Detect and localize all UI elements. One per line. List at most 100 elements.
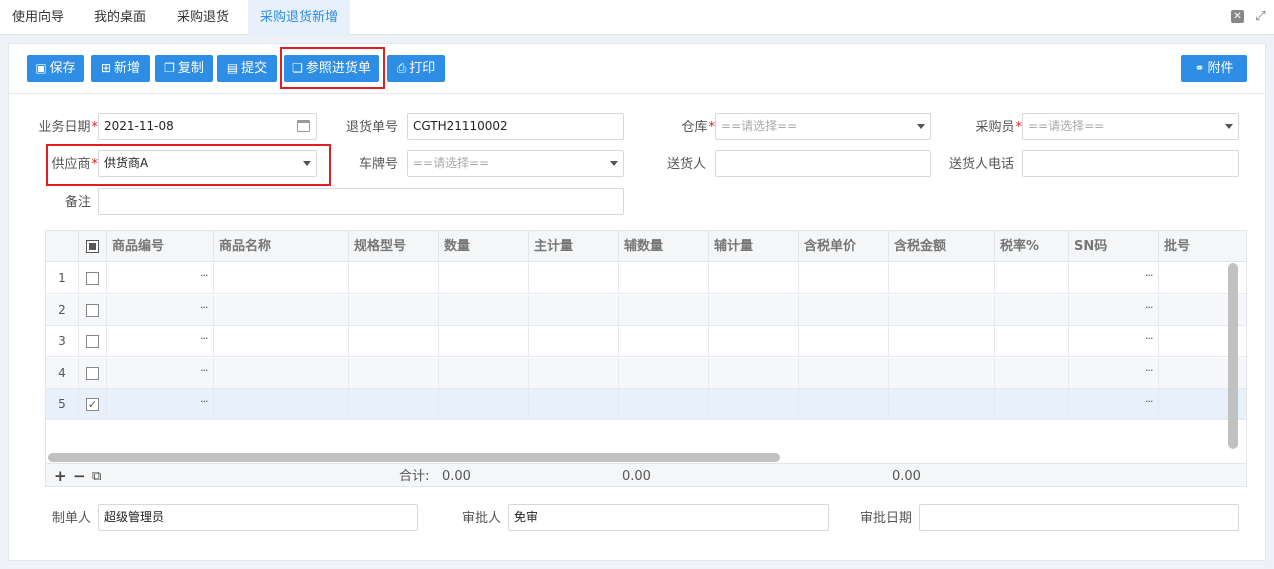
- deliverer-phone-input[interactable]: [1022, 150, 1239, 177]
- add-button[interactable]: ⊞ 新增: [91, 55, 150, 82]
- table-cell[interactable]: [889, 263, 995, 294]
- table-cell[interactable]: [214, 326, 349, 357]
- plate-select[interactable]: ==请选择==: [407, 150, 624, 177]
- buyer-select[interactable]: ==请选择==: [1022, 113, 1239, 140]
- table-cell[interactable]: [799, 357, 889, 389]
- submit-button[interactable]: ▤ 提交: [217, 55, 277, 82]
- row-checkbox[interactable]: [86, 366, 99, 380]
- table-row[interactable]: 4 ··· ···: [46, 357, 1246, 389]
- table-cell[interactable]: [214, 389, 349, 420]
- table-cell[interactable]: [529, 294, 619, 326]
- table-cell[interactable]: [439, 357, 529, 389]
- table-row[interactable]: 3 ··· ···: [46, 326, 1246, 357]
- table-cell[interactable]: [709, 389, 799, 420]
- table-cell[interactable]: [709, 294, 799, 326]
- more-icon[interactable]: ···: [200, 364, 208, 377]
- table-cell[interactable]: [619, 326, 709, 357]
- table-cell[interactable]: [107, 357, 214, 389]
- table-cell[interactable]: [799, 389, 889, 420]
- more-icon[interactable]: ···: [200, 269, 208, 282]
- header-amount[interactable]: 含税金额: [889, 231, 995, 262]
- header-batch[interactable]: 批号: [1159, 231, 1246, 262]
- add-row-icon[interactable]: +: [54, 464, 67, 486]
- more-icon[interactable]: ···: [1145, 301, 1153, 314]
- more-icon[interactable]: ···: [200, 395, 208, 408]
- header-qty[interactable]: 数量: [439, 231, 529, 262]
- header-sn[interactable]: SN码: [1069, 231, 1159, 262]
- tab-purchase-return-new[interactable]: 采购退货新增: [248, 0, 351, 35]
- table-cell[interactable]: [995, 389, 1069, 420]
- table-cell[interactable]: [439, 326, 529, 357]
- remove-row-icon[interactable]: −: [73, 464, 86, 486]
- vertical-scrollbar[interactable]: [1228, 263, 1238, 449]
- row-checkbox[interactable]: ✓: [86, 398, 99, 411]
- table-cell[interactable]: [619, 294, 709, 326]
- table-cell[interactable]: [529, 357, 619, 389]
- header-product-name[interactable]: 商品名称: [214, 231, 349, 262]
- table-cell[interactable]: [889, 357, 995, 389]
- table-cell[interactable]: [799, 263, 889, 294]
- approve-date-input[interactable]: [919, 504, 1239, 531]
- header-tax-rate[interactable]: 税率%: [995, 231, 1069, 262]
- maximize-icon[interactable]: ⤢: [1254, 10, 1267, 23]
- table-cell[interactable]: [107, 263, 214, 294]
- table-cell[interactable]: [619, 389, 709, 420]
- table-cell[interactable]: [799, 294, 889, 326]
- header-aux-qty[interactable]: 辅数量: [619, 231, 709, 262]
- table-cell[interactable]: [349, 326, 439, 357]
- table-cell[interactable]: [799, 326, 889, 357]
- more-icon[interactable]: ···: [200, 332, 208, 345]
- more-icon[interactable]: ···: [1145, 364, 1153, 377]
- table-cell[interactable]: [349, 389, 439, 420]
- maker-input[interactable]: 超级管理员: [98, 504, 418, 531]
- table-cell[interactable]: [439, 263, 529, 294]
- table-row[interactable]: 1 ··· ···: [46, 263, 1246, 294]
- table-cell[interactable]: [889, 389, 995, 420]
- table-cell[interactable]: [995, 263, 1069, 294]
- table-cell[interactable]: [995, 326, 1069, 357]
- remark-input[interactable]: [98, 188, 624, 215]
- table-cell[interactable]: [529, 263, 619, 294]
- header-unit-price[interactable]: 含税单价: [799, 231, 889, 262]
- copy-row-icon[interactable]: ⧉: [92, 464, 101, 486]
- close-icon[interactable]: ✕: [1231, 10, 1244, 23]
- print-button[interactable]: ⎙ 打印: [387, 55, 445, 82]
- table-cell[interactable]: [107, 294, 214, 326]
- tab-desktop[interactable]: 我的桌面: [82, 0, 158, 35]
- table-cell[interactable]: [619, 263, 709, 294]
- header-unit[interactable]: 主计量: [529, 231, 619, 262]
- header-product-code[interactable]: 商品编号: [107, 231, 214, 262]
- deliverer-input[interactable]: [715, 150, 931, 177]
- table-cell[interactable]: [349, 357, 439, 389]
- tab-guide[interactable]: 使用向导: [0, 0, 76, 35]
- table-cell[interactable]: [107, 389, 214, 420]
- row-checkbox[interactable]: [86, 272, 99, 285]
- table-row[interactable]: 2 ··· ···: [46, 294, 1246, 326]
- table-cell[interactable]: [619, 357, 709, 389]
- horizontal-scrollbar[interactable]: [48, 453, 780, 462]
- header-spec[interactable]: 规格型号: [349, 231, 439, 262]
- table-cell[interactable]: [349, 294, 439, 326]
- return-no-input[interactable]: CGTH21110002: [407, 113, 624, 140]
- table-cell[interactable]: [529, 389, 619, 420]
- tab-purchase-return[interactable]: 采购退货: [165, 0, 241, 35]
- table-cell[interactable]: [214, 263, 349, 294]
- table-cell[interactable]: [439, 389, 529, 420]
- header-aux-unit[interactable]: 辅计量: [709, 231, 799, 262]
- row-checkbox[interactable]: [86, 303, 99, 317]
- more-icon[interactable]: ···: [1145, 269, 1153, 282]
- business-date-input[interactable]: 2021-11-08: [98, 113, 317, 140]
- more-icon[interactable]: ···: [1145, 395, 1153, 408]
- calendar-icon[interactable]: [297, 120, 310, 132]
- table-cell[interactable]: [709, 263, 799, 294]
- approver-input[interactable]: 免审: [508, 504, 829, 531]
- table-cell[interactable]: [107, 326, 214, 357]
- select-all-checkbox[interactable]: [86, 240, 99, 253]
- table-cell[interactable]: [709, 357, 799, 389]
- table-cell[interactable]: [709, 326, 799, 357]
- more-icon[interactable]: ···: [200, 301, 208, 314]
- table-cell[interactable]: [995, 357, 1069, 389]
- table-cell[interactable]: [439, 294, 529, 326]
- row-checkbox[interactable]: [86, 335, 99, 348]
- save-button[interactable]: ▣ 保存: [27, 55, 84, 82]
